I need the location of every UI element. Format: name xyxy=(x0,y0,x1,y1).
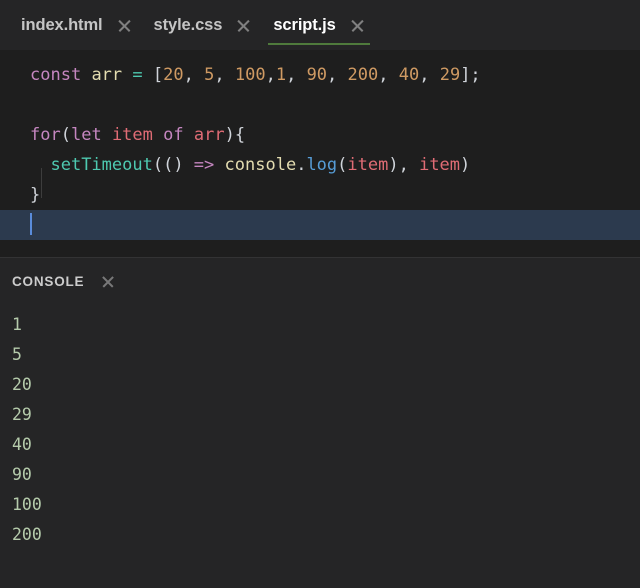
tab-index-html[interactable]: index.html xyxy=(10,0,143,50)
code-token: ), xyxy=(388,155,420,175)
code-token: item xyxy=(419,155,461,175)
code-token: item xyxy=(347,155,389,175)
console-output-list: 1 5 20 29 40 90 100 200 xyxy=(0,304,640,588)
console-header: CONSOLE xyxy=(0,258,640,304)
tab-script-js[interactable]: script.js xyxy=(262,0,375,50)
code-token: ( xyxy=(60,125,71,145)
console-output-row: 29 xyxy=(12,405,32,424)
text-cursor xyxy=(30,213,32,235)
code-token: setTimeout xyxy=(50,155,153,175)
tab-label: style.css xyxy=(153,15,223,34)
console-output-row: 40 xyxy=(12,435,32,454)
code-token: 20 xyxy=(163,65,184,85)
console-output-row: 20 xyxy=(12,375,32,394)
code-token: . xyxy=(296,155,307,175)
console-output-row: 5 xyxy=(12,345,22,364)
code-line[interactable]: for(let item of arr){ xyxy=(0,120,640,150)
editor-tab-bar: index.html style.css script.js xyxy=(0,0,640,50)
console-output-row: 200 xyxy=(12,525,42,544)
close-icon[interactable] xyxy=(350,18,365,33)
console-title: CONSOLE xyxy=(12,273,85,289)
code-token: , xyxy=(378,65,399,85)
code-token: ){ xyxy=(224,125,246,145)
tab-label: script.js xyxy=(273,15,336,34)
code-token: 200 xyxy=(347,65,379,85)
code-token: , xyxy=(214,65,235,85)
code-token: } xyxy=(30,185,41,205)
code-token: 5 xyxy=(204,65,215,85)
code-editor-app: index.html style.css script.js const arr =… xyxy=(0,0,640,588)
console-output-row: 1 xyxy=(12,315,22,334)
code-token: = xyxy=(132,65,143,85)
code-token: log xyxy=(306,155,338,175)
code-token: arr xyxy=(193,125,225,145)
code-token: 100 xyxy=(234,65,266,85)
code-line[interactable] xyxy=(0,90,640,120)
code-token: => xyxy=(193,155,215,175)
code-token: , xyxy=(265,65,276,85)
code-token: of xyxy=(163,125,184,145)
code-token: console xyxy=(224,155,297,175)
code-token: , xyxy=(286,65,307,85)
code-line[interactable]: const arr = [20, 5, 100,1, 90, 200, 40, … xyxy=(0,60,640,90)
close-icon[interactable] xyxy=(117,18,132,33)
code-token: const xyxy=(30,65,82,85)
code-token: [ xyxy=(152,65,164,85)
console-output-row: 90 xyxy=(12,465,32,484)
close-icon[interactable] xyxy=(101,274,115,288)
code-token: , xyxy=(419,65,440,85)
code-token: ( xyxy=(337,155,348,175)
active-tab-underline xyxy=(268,43,370,45)
code-token: ) xyxy=(460,155,471,175)
code-editor-pane[interactable]: const arr = [20, 5, 100,1, 90, 200, 40, … xyxy=(0,50,640,257)
code-token: arr xyxy=(91,65,123,85)
code-token: ]; xyxy=(460,65,481,85)
code-line[interactable]: setTimeout(() => console.log(item), item… xyxy=(0,150,640,180)
tab-label: index.html xyxy=(21,15,103,34)
code-line[interactable]: } xyxy=(0,180,640,210)
code-token: (() xyxy=(152,155,194,175)
code-token: let xyxy=(70,125,102,145)
code-token: 90 xyxy=(306,65,328,85)
code-line[interactable] xyxy=(0,210,640,240)
close-icon[interactable] xyxy=(236,18,251,33)
code-token: 40 xyxy=(398,65,420,85)
code-token: , xyxy=(327,65,348,85)
console-output-row: 100 xyxy=(12,495,42,514)
console-panel: CONSOLE 1 5 20 29 40 90 100 200 xyxy=(0,257,640,588)
code-token: 1 xyxy=(275,65,287,85)
code-token: 29 xyxy=(439,65,461,85)
code-token: for xyxy=(30,125,61,145)
tab-style-css[interactable]: style.css xyxy=(143,0,263,50)
code-token: item xyxy=(111,125,153,145)
code-token: , xyxy=(183,65,205,85)
